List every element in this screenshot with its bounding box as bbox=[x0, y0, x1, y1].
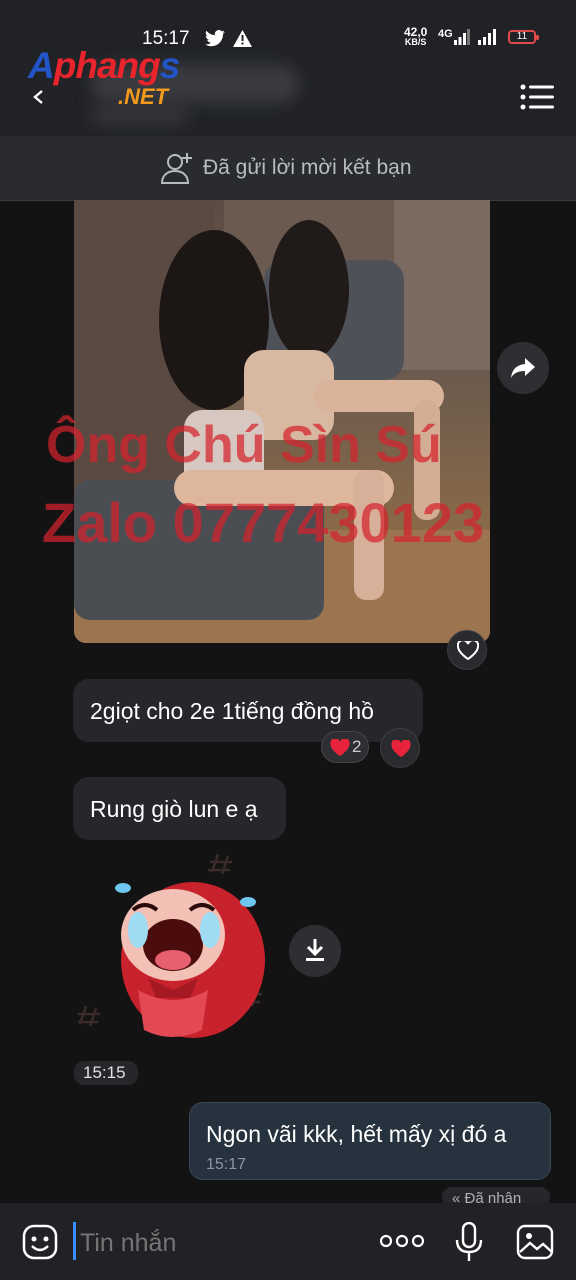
friend-request-text: Đã gửi lời mời kết bạn bbox=[203, 156, 412, 179]
back-arrow-icon[interactable] bbox=[32, 90, 46, 109]
hamburger-icon[interactable] bbox=[520, 84, 554, 110]
message-text: 2giọt cho 2e 1tiếng đồng hồ bbox=[90, 698, 374, 724]
reaction-count-pill[interactable]: 2 bbox=[321, 731, 369, 763]
net-speed-unit: KB/S bbox=[404, 37, 427, 47]
heart-outline-icon bbox=[456, 639, 480, 665]
message-input[interactable] bbox=[78, 1222, 362, 1264]
message-time: 15:15 bbox=[83, 1063, 126, 1082]
message-bubble[interactable]: Rung giò lun e ạ bbox=[73, 777, 286, 840]
message-text: Rung giò lun e ạ bbox=[90, 796, 258, 822]
twitter-icon bbox=[205, 30, 225, 52]
crying-laughing-sticker bbox=[76, 853, 265, 1038]
net-speed-value: 42,0 bbox=[404, 25, 428, 39]
battery-indicator: 11 bbox=[508, 30, 539, 44]
my-message-bubble[interactable]: Ngon vãi kkk, hết mấy xị đó a 15:17 bbox=[189, 1102, 551, 1180]
download-icon bbox=[304, 939, 326, 968]
more-options-icon[interactable] bbox=[379, 1234, 425, 1253]
heart-icon bbox=[390, 739, 412, 763]
sticker-message[interactable] bbox=[76, 850, 288, 1050]
message-time: 15:17 bbox=[206, 1156, 247, 1173]
watermark-logo: Aphangs bbox=[28, 45, 180, 86]
text-cursor bbox=[73, 1222, 76, 1260]
signal-icon bbox=[454, 29, 470, 50]
add-friend-icon bbox=[160, 150, 196, 189]
watermark-logo-suffix: .NET bbox=[118, 84, 169, 109]
photo-watermark-line1: Ông Chú Sìn Sú bbox=[46, 416, 442, 474]
react-heart-filled-button[interactable] bbox=[380, 728, 420, 768]
react-heart-button[interactable] bbox=[447, 630, 487, 670]
warning-icon bbox=[233, 30, 252, 52]
message-bubble[interactable]: 2giọt cho 2e 1tiếng đồng hồ bbox=[73, 679, 423, 742]
forward-icon bbox=[511, 358, 535, 383]
download-sticker-button[interactable] bbox=[289, 925, 341, 977]
net-type: 4G bbox=[438, 28, 453, 40]
microphone-icon[interactable] bbox=[455, 1221, 483, 1267]
image-gallery-icon[interactable] bbox=[516, 1224, 554, 1265]
emoji-icon[interactable] bbox=[22, 1224, 58, 1265]
message-time-chip: 15:15 bbox=[74, 1061, 138, 1085]
reaction-count: 2 bbox=[352, 737, 362, 756]
forward-button[interactable] bbox=[497, 342, 549, 394]
photo-watermark-line2: Zalo 0777430123 bbox=[42, 491, 485, 554]
heart-icon bbox=[329, 738, 351, 762]
net-speed: 42,0 KB/S bbox=[404, 25, 428, 47]
signal-icon-2 bbox=[478, 29, 498, 50]
message-text: Ngon vãi kkk, hết mấy xị đó a bbox=[206, 1121, 507, 1147]
